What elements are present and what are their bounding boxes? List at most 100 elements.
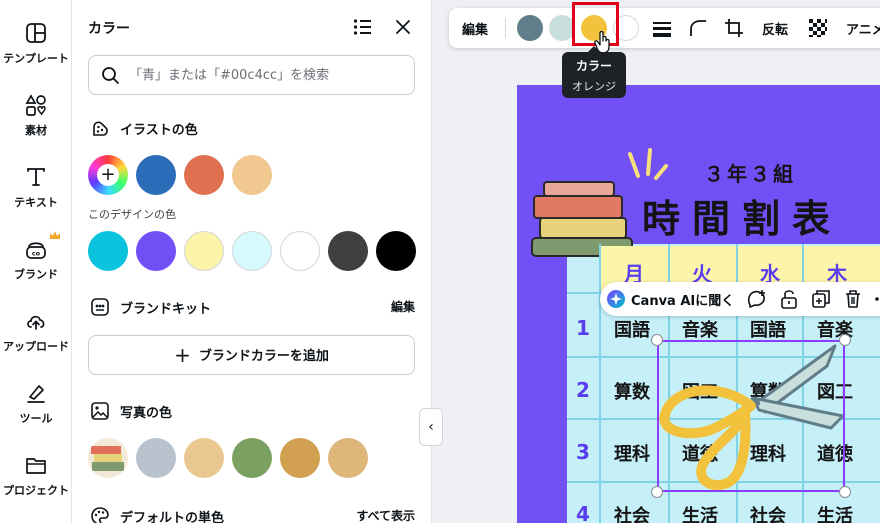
unlock-icon[interactable] xyxy=(778,288,800,310)
transparency-icon[interactable] xyxy=(807,17,829,39)
illust-color-swatch-1[interactable] xyxy=(136,155,176,195)
rail-item-templates[interactable]: テンプレート xyxy=(0,22,72,66)
ask-canva-ai-button[interactable]: Canva AIに聞く xyxy=(631,290,734,309)
rail-item-text[interactable]: テキスト xyxy=(0,166,72,210)
rail-item-brand[interactable]: co ブランド xyxy=(0,231,72,282)
trash-icon[interactable] xyxy=(842,288,864,310)
brand-kit-edit-link[interactable]: 編集 xyxy=(391,298,415,315)
resize-handle[interactable] xyxy=(651,334,663,346)
subject-cell: 生活 xyxy=(682,506,718,523)
illust-color-swatch-2[interactable] xyxy=(184,155,224,195)
photo-color-swatch-2[interactable] xyxy=(184,438,224,478)
rail-label-text: テキスト xyxy=(14,196,58,209)
design-color-swatch-3[interactable] xyxy=(184,231,224,271)
folder-icon xyxy=(26,458,46,474)
subject-cell: 算数 xyxy=(614,382,650,403)
design-swatch-row xyxy=(88,231,418,271)
upload-cloud-icon xyxy=(27,315,45,330)
design-color-swatch-6[interactable] xyxy=(328,231,368,271)
period-number: 1 xyxy=(576,316,590,340)
brand-kit-icon xyxy=(91,298,109,316)
side-rail: テンプレート 素材 テキスト co ブランド アップロード ツール プロジェクト xyxy=(0,0,72,523)
design-color-swatch-2[interactable] xyxy=(136,231,176,271)
close-button[interactable] xyxy=(394,18,412,40)
photo-color-swatch-4[interactable] xyxy=(280,438,320,478)
rail-label-tools: ツール xyxy=(19,412,53,425)
resize-handle[interactable] xyxy=(839,486,851,498)
crop-icon[interactable] xyxy=(723,17,745,39)
more-icon[interactable] xyxy=(872,288,880,310)
plus-icon: + xyxy=(97,164,119,186)
design-color-swatch-5[interactable] xyxy=(280,231,320,271)
editor-window: テンプレート 素材 テキスト co ブランド アップロード ツール プロジェクト xyxy=(0,0,880,523)
context-toolbar: 編集 反転 アニメ xyxy=(449,8,880,48)
subject-cell: 理科 xyxy=(614,444,650,465)
rail-label-projects: プロジェクト xyxy=(3,484,69,497)
photo-thumbnail-swatch[interactable] xyxy=(88,438,128,478)
border-style-icon[interactable] xyxy=(651,17,673,39)
subject-cell: 社会 xyxy=(614,506,650,523)
subject-cell: 国語 xyxy=(614,320,650,341)
brand-icon: co xyxy=(26,242,46,259)
design-color-swatch-7[interactable] xyxy=(376,231,416,271)
books-thumbnail-icon xyxy=(91,446,124,471)
template-icon xyxy=(26,23,46,43)
collapse-panel-button[interactable]: ‹ xyxy=(419,408,443,446)
search-input[interactable] xyxy=(129,64,405,86)
period-number: 4 xyxy=(576,502,590,523)
flip-button[interactable]: 反転 xyxy=(762,19,788,38)
show-all-link[interactable]: すべて表示 xyxy=(356,507,415,523)
duplicate-icon[interactable] xyxy=(810,288,832,310)
list-view-button[interactable] xyxy=(353,18,373,40)
toolbar-divider xyxy=(505,18,506,38)
corner-rounding-icon[interactable] xyxy=(687,17,709,39)
rail-label-elements: 素材 xyxy=(25,124,47,137)
add-color-button[interactable]: + xyxy=(88,155,128,195)
color-swatch-slate[interactable] xyxy=(517,15,543,41)
add-brand-color-button[interactable]: + ブランドカラーを追加 xyxy=(88,335,415,375)
image-icon xyxy=(91,402,109,420)
photo-color-swatch-3[interactable] xyxy=(232,438,272,478)
tooltip-title: カラー xyxy=(575,59,612,73)
panel-title: カラー xyxy=(88,21,130,37)
list-icon xyxy=(353,19,371,35)
comment-add-icon[interactable] xyxy=(746,288,768,310)
draw-tool-icon xyxy=(27,385,45,403)
brand-kit-header: ブランドキット 編集 xyxy=(88,295,415,319)
resize-handle[interactable] xyxy=(839,334,851,346)
canvas-subtitle[interactable]: ３年３組 xyxy=(704,158,796,187)
rail-item-projects[interactable]: プロジェクト xyxy=(0,454,72,498)
close-icon xyxy=(396,20,410,34)
selection-box xyxy=(657,340,845,492)
search-icon xyxy=(102,67,119,84)
rail-item-uploads[interactable]: アップロード xyxy=(0,310,72,354)
crown-icon xyxy=(50,231,60,239)
design-color-swatch-4[interactable] xyxy=(232,231,272,271)
animate-button[interactable]: アニメ xyxy=(846,19,880,38)
edit-button[interactable]: 編集 xyxy=(462,19,488,38)
text-icon xyxy=(27,168,45,186)
period-number: 3 xyxy=(576,440,590,464)
design-colors-title: このデザインの色 xyxy=(88,208,176,221)
subject-cell: 生活 xyxy=(817,506,853,523)
tooltip-subtitle: オレンジ xyxy=(572,80,616,93)
rail-item-elements[interactable]: 素材 xyxy=(0,94,72,138)
rail-label-uploads: アップロード xyxy=(3,340,69,353)
rail-label-templates: テンプレート xyxy=(3,52,69,65)
subject-cell: 社会 xyxy=(750,506,786,523)
rail-item-tools[interactable]: ツール xyxy=(0,382,72,426)
photo-color-swatch-1[interactable] xyxy=(136,438,176,478)
illust-swatch-row: + xyxy=(88,155,418,195)
color-search[interactable] xyxy=(88,55,415,95)
canvas-title[interactable]: 時間割表 xyxy=(642,188,842,243)
palette-icon xyxy=(93,121,108,136)
default-colors-title: デフォルトの単色 xyxy=(120,511,225,523)
photo-color-swatch-5[interactable] xyxy=(328,438,368,478)
illust-color-swatch-3[interactable] xyxy=(232,155,272,195)
photo-colors-title: 写真の色 xyxy=(120,406,173,421)
elements-icon xyxy=(25,94,46,116)
resize-handle[interactable] xyxy=(651,486,663,498)
period-number: 2 xyxy=(576,378,590,402)
illust-colors-title: イラストの色 xyxy=(120,123,198,138)
design-color-swatch-1[interactable] xyxy=(88,231,128,271)
